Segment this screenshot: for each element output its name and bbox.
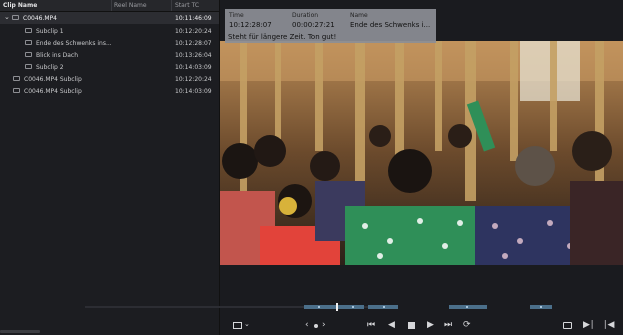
clip-name: Subclip 2	[36, 64, 64, 71]
subclip-icon	[25, 64, 32, 69]
play-reverse-icon[interactable]: ◀	[388, 320, 395, 330]
clip-row-subclip[interactable]: Ende des Schwenks ins... 10:12:28:07	[0, 37, 219, 49]
marker-dot[interactable]	[466, 306, 468, 308]
clip-name: Ende des Schwenks ins...	[36, 40, 112, 47]
column-header-start-tc[interactable]: Start TC	[175, 2, 199, 9]
clip-start-tc: 10:11:46:09	[175, 15, 212, 22]
skip-to-end-icon[interactable]: ⏭	[444, 320, 452, 330]
next-clip-icon[interactable]: ▶∣	[583, 320, 594, 330]
clip-name: C0046.MP4 Subclip	[24, 76, 82, 83]
clip-start-tc: 10:13:26:04	[175, 52, 212, 59]
clip-start-tc: 10:14:03:09	[175, 64, 212, 71]
column-header-clip-name[interactable]: Clip Name	[3, 2, 37, 9]
name-label: Name	[350, 12, 368, 19]
clip-name: C0046.MP4 Subclip	[24, 88, 82, 95]
marker-info-overlay: Time Duration Name 10:12:28:07 00:00:27:…	[225, 9, 436, 43]
stop-icon[interactable]	[408, 322, 415, 329]
column-header-reel-name[interactable]: Reel Name	[114, 2, 147, 9]
marker-dot[interactable]	[383, 306, 385, 308]
clip-range-segment	[449, 305, 487, 309]
marker-duration: 00:00:27:21	[292, 21, 335, 29]
clip-row-master[interactable]: ⌄ C0046.MP4 10:11:46:09	[0, 12, 219, 24]
subclip-icon	[25, 52, 32, 57]
marker-note: Steht für längere Zeit. Ton gut!	[228, 33, 337, 41]
loop-icon[interactable]: ⟳	[463, 320, 471, 330]
viewer-panel: Time Duration Name 10:12:28:07 00:00:27:…	[220, 0, 623, 335]
marker-time: 10:12:28:07	[229, 21, 272, 29]
video-frame-image	[220, 41, 623, 265]
subclip-icon	[25, 40, 32, 45]
jog-wheel-icon[interactable]	[314, 324, 318, 328]
clip-range-segment	[304, 305, 364, 309]
subclip-icon	[13, 88, 20, 93]
column-header-bar: Clip Name Reel Name Start TC	[0, 0, 219, 12]
horizontal-scrollbar[interactable]	[0, 330, 40, 333]
clip-row-subclip[interactable]: C0046.MP4 Subclip 10:12:20:24	[0, 73, 219, 85]
subclip-icon	[25, 28, 32, 33]
time-label: Time	[229, 12, 244, 19]
column-divider[interactable]	[171, 0, 172, 11]
chevron-down-icon[interactable]: ⌄	[4, 13, 10, 21]
viewer-mode-icon[interactable]	[233, 322, 242, 329]
play-icon[interactable]: ▶	[427, 320, 434, 330]
duration-label: Duration	[292, 12, 319, 19]
skip-to-start-icon[interactable]: ⏮	[367, 320, 375, 330]
clip-start-tc: 10:12:20:24	[175, 28, 212, 35]
clip-row-subclip[interactable]: Blick ins Dach 10:13:26:04	[0, 49, 219, 61]
previous-clip-icon[interactable]: ∣◀	[603, 320, 614, 330]
chevron-down-icon[interactable]: ⌄	[244, 320, 250, 328]
clip-row-subclip[interactable]: C0046.MP4 Subclip 10:14:03:09	[0, 85, 219, 97]
clip-icon	[12, 15, 19, 20]
subclip-icon	[13, 76, 20, 81]
marker-name: Ende des Schwenks i...	[350, 21, 431, 29]
playhead[interactable]	[336, 303, 338, 311]
clip-name: Blick ins Dach	[36, 52, 79, 59]
clip-list-panel: Clip Name Reel Name Start TC ⌄ C0046.MP4…	[0, 0, 220, 335]
clip-name: Subclip 1	[36, 28, 64, 35]
marker-dot[interactable]	[352, 306, 354, 308]
marker-dot[interactable]	[318, 306, 320, 308]
video-frame[interactable]	[220, 41, 623, 265]
column-divider[interactable]	[111, 0, 112, 11]
clip-row-subclip[interactable]: Subclip 1 10:12:20:24	[0, 25, 219, 37]
jog-right-icon[interactable]: ›	[322, 320, 326, 330]
clip-row-subclip[interactable]: Subclip 2 10:14:03:09	[0, 61, 219, 73]
clip-start-tc: 10:14:03:09	[175, 88, 212, 95]
marker-dot[interactable]	[540, 306, 542, 308]
clip-start-tc: 10:12:28:07	[175, 40, 212, 47]
jog-left-icon[interactable]: ‹	[305, 320, 309, 330]
fullscreen-icon[interactable]	[563, 322, 572, 329]
clip-start-tc: 10:12:20:24	[175, 76, 212, 83]
clip-name: C0046.MP4	[23, 15, 57, 22]
